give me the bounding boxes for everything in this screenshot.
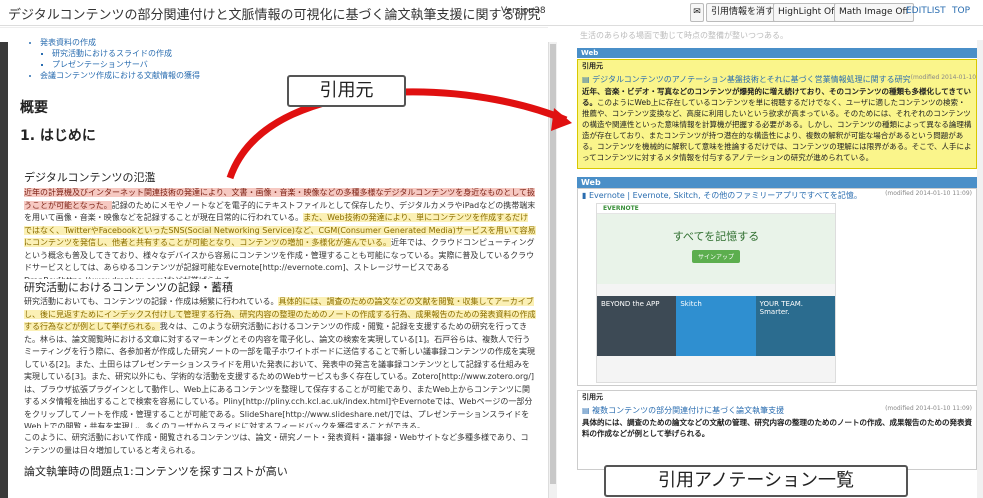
callout-source: 引用元 <box>287 75 406 107</box>
arrow-head <box>551 108 572 131</box>
app-window: { "header": { "title": "デジタルコンテンツの部分関連付け… <box>0 0 983 498</box>
citation-arrow <box>226 88 572 180</box>
callout-annotation-list: 引用アノテーション一覧 <box>604 465 908 497</box>
